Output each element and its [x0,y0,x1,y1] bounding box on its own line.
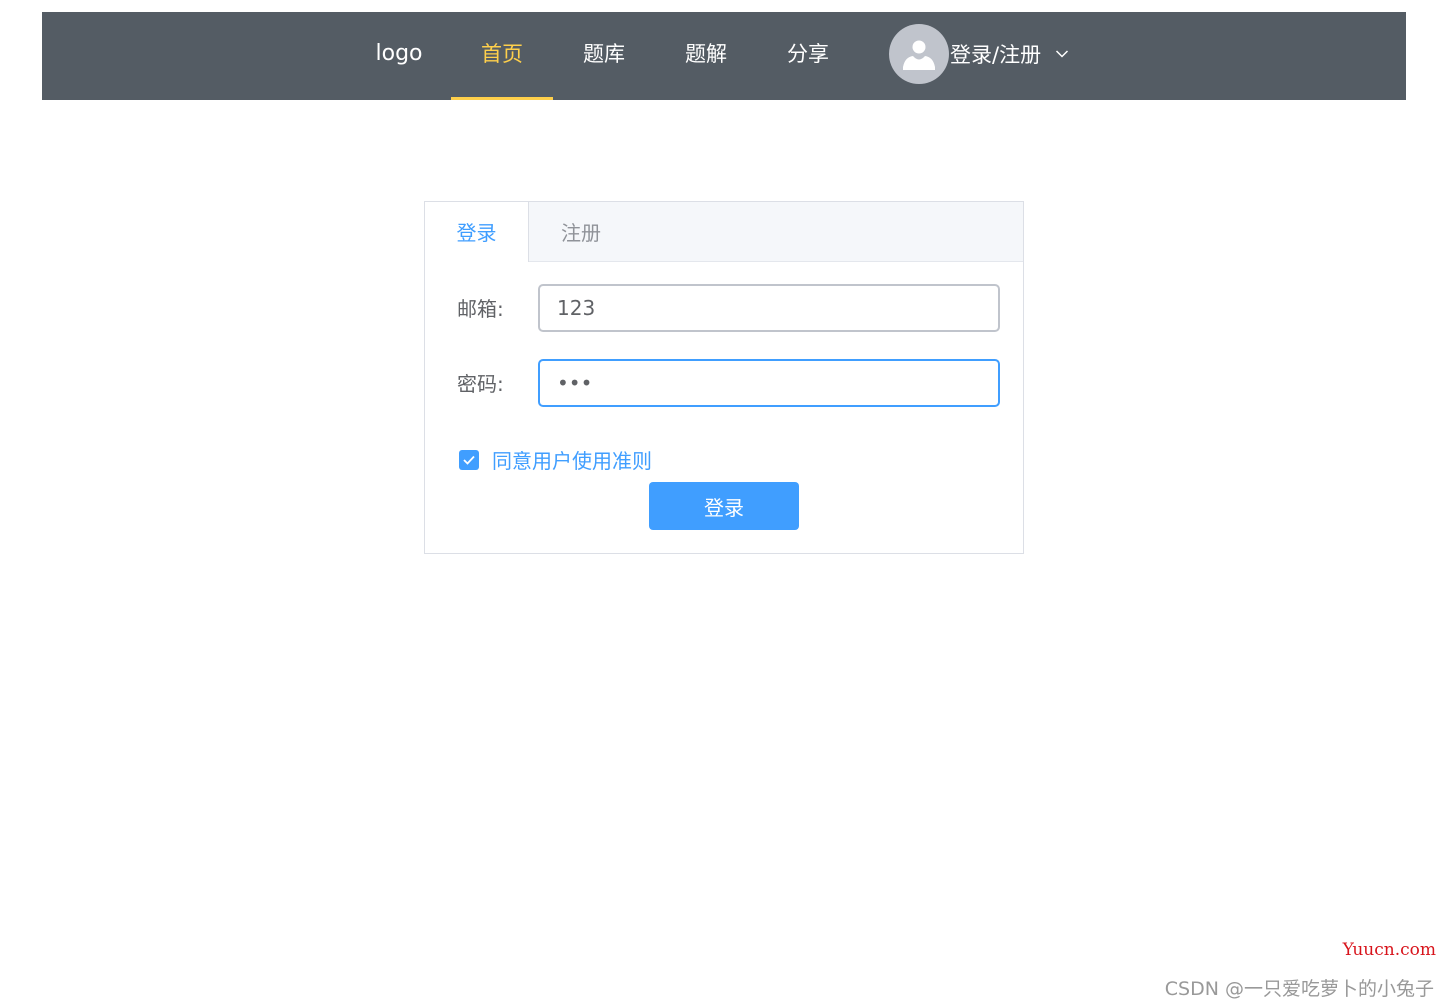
nav-item-solutions[interactable]: 题解 [655,12,757,100]
top-navbar: logo 首页 题库 题解 分享 登录/注册 [42,12,1406,100]
nav-item-home[interactable]: 首页 [451,12,553,100]
checkbox-checked-icon[interactable] [459,450,479,470]
login-submit-button[interactable]: 登录 [649,482,799,530]
email-field[interactable] [538,284,1000,332]
nav-item-question-bank[interactable]: 题库 [553,12,655,100]
csdn-watermark: CSDN @一只爱吃萝卜的小兔子 [1165,974,1434,1001]
tab-register[interactable]: 注册 [529,202,633,262]
nav-logo[interactable]: logo [368,12,430,100]
email-label: 邮箱: [457,295,504,323]
yuucn-watermark: Yuucn.com [1343,940,1436,960]
nav-item-share[interactable]: 分享 [757,12,859,100]
user-menu[interactable]: 登录/注册 [889,24,1069,84]
login-card: 登录 注册 邮箱: 密码: 同意用户使用准则 登录 [424,201,1024,554]
agree-terms-label[interactable]: 同意用户使用准则 [492,445,652,474]
password-field[interactable] [538,359,1000,407]
user-avatar-icon[interactable] [889,24,949,84]
password-label: 密码: [457,370,504,398]
page: logo 首页 题库 题解 分享 登录/注册 登录 注册 邮箱: [0,0,1448,1007]
login-tabs: 登录 注册 [425,202,1023,262]
agree-terms-checkbox[interactable]: 同意用户使用准则 [459,445,652,474]
chevron-down-icon[interactable] [1055,49,1069,59]
login-register-link[interactable]: 登录/注册 [950,39,1041,69]
tab-login[interactable]: 登录 [425,202,529,262]
